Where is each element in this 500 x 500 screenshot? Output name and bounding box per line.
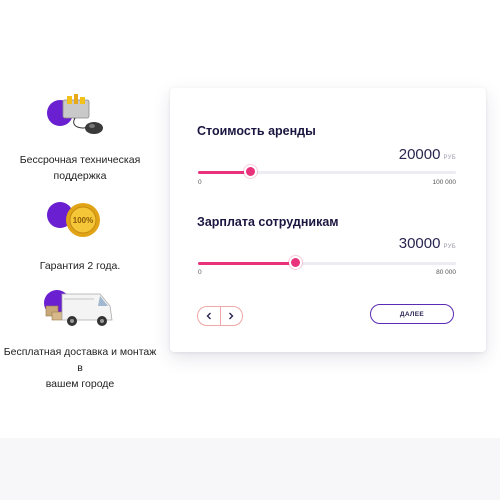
feature-caption: Бесплатная доставка и монтаж в вашем гор… (0, 344, 160, 392)
calculator-card: Стоимость аренды 20000 РУБ 0 100 000 Зарп… (170, 88, 486, 352)
caption-line: вашем городе (45, 378, 115, 390)
rent-title: Стоимость аренды (197, 124, 316, 138)
rent-min-label: 0 (198, 179, 202, 186)
rent-slider[interactable] (198, 167, 456, 176)
salary-min-label: 0 (198, 269, 202, 276)
toolbox-mouse-icon (45, 92, 115, 150)
chevron-left-icon (206, 312, 211, 320)
feature-support: Бессрочная техническая поддержка (0, 92, 160, 184)
guarantee-medal-icon: 100% (45, 198, 115, 256)
next-button[interactable]: ДАЛЕЕ (370, 304, 454, 324)
prev-button[interactable] (198, 307, 220, 325)
feature-guarantee: 100% Гарантия 2 года. (0, 198, 160, 274)
rent-value: 20000 РУБ (399, 146, 456, 163)
pager (197, 306, 243, 326)
salary-value-number: 30000 (398, 235, 441, 252)
caption-line: Гарантия 2 года. (39, 260, 121, 272)
salary-slider[interactable] (198, 258, 456, 267)
caption-line: поддержка (53, 170, 107, 182)
salary-value-unit: РУБ (443, 244, 456, 250)
rent-max-label: 100 000 (432, 179, 457, 186)
caption-line: Бессрочная техническая (19, 154, 141, 166)
caption-line: Бесплатная доставка и монтаж в (3, 346, 157, 374)
rent-value-unit: РУБ (443, 155, 456, 161)
rent-slider-fill (198, 171, 250, 174)
next-arrow-button[interactable] (221, 307, 243, 325)
delivery-van-icon (40, 284, 120, 342)
salary-max-label: 80 000 (436, 269, 456, 276)
salary-slider-fill (198, 262, 295, 265)
salary-title: Зарплата сотрудникам (197, 215, 339, 229)
salary-value: 30000 РУБ (399, 235, 456, 252)
chevron-right-icon (229, 312, 234, 320)
feature-caption: Гарантия 2 года. (0, 258, 160, 274)
feature-delivery: Бесплатная доставка и монтаж в вашем гор… (0, 284, 160, 392)
bottom-band (0, 438, 500, 500)
salary-slider-handle[interactable] (291, 258, 300, 267)
rent-value-number: 20000 (398, 146, 441, 163)
feature-caption: Бессрочная техническая поддержка (0, 152, 160, 184)
rent-slider-handle[interactable] (246, 167, 255, 176)
medal-badge-text: 100% (73, 216, 93, 225)
